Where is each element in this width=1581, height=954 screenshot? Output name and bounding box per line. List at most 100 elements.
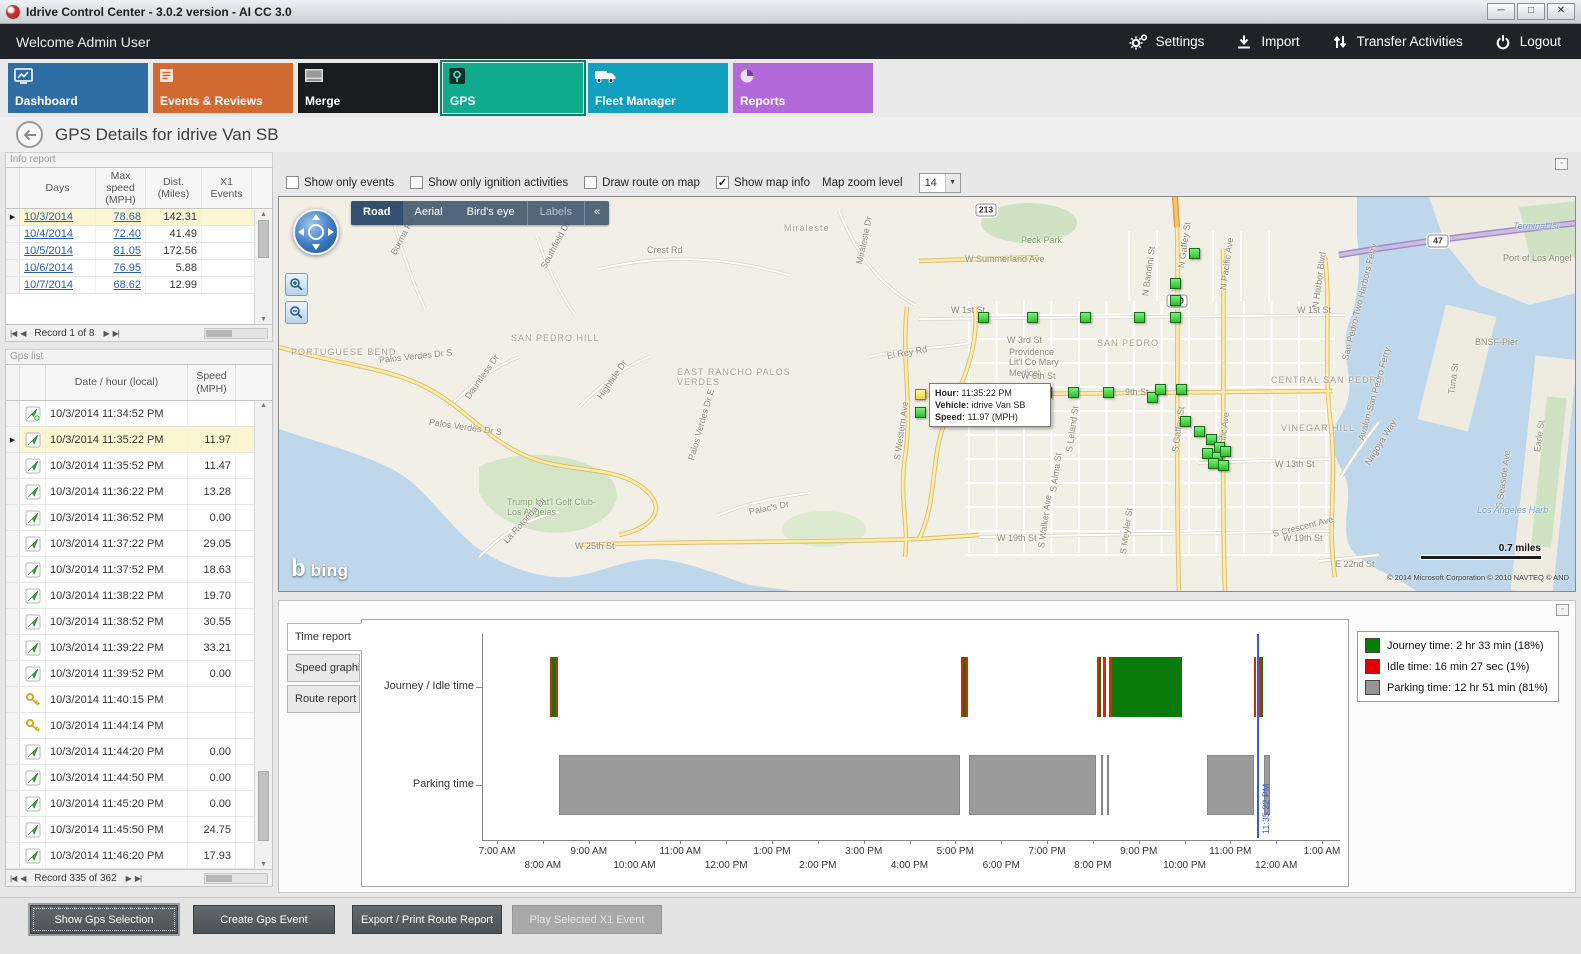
map-panel-collapse-button[interactable]: ▫ [1555, 158, 1568, 170]
pan-right-icon[interactable] [328, 228, 334, 236]
gps-list-row[interactable]: ▶10/3/2014 11:35:22 PM11.97 [6, 427, 272, 453]
gps-list-row[interactable]: 10/3/2014 11:44:50 PM0.00 [6, 765, 272, 791]
checkbox-draw-route-on-map[interactable]: Draw route on map [584, 176, 700, 189]
checkbox-icon[interactable] [410, 176, 423, 189]
map-viewbar-collapse-button[interactable]: « [584, 201, 609, 225]
gps-marker[interactable] [1176, 384, 1187, 395]
checkbox-show-map-info[interactable]: Show map info [716, 176, 810, 189]
info-report-row[interactable]: 10/6/201476.955.88 [6, 260, 272, 277]
pan-up-icon[interactable] [312, 214, 320, 220]
gps-marker[interactable] [1220, 446, 1231, 457]
next-page-icon[interactable]: ▶ [126, 874, 131, 883]
close-icon[interactable]: ✕ [1547, 3, 1575, 20]
checkbox-show-only-events[interactable]: Show only events [286, 176, 394, 189]
map-zoom-level-select[interactable]: 14▼ [919, 173, 961, 193]
scrollbar-thumb[interactable] [206, 875, 232, 882]
topbar-action-logout[interactable]: Logout [1493, 34, 1561, 50]
checkbox-icon[interactable] [286, 176, 299, 189]
scrollbar-thumb[interactable] [258, 771, 269, 841]
tab-route-report[interactable]: Route report [287, 685, 360, 713]
gps-list-row[interactable]: 10/3/2014 11:39:22 PM33.21 [6, 635, 272, 661]
topbar-action-transfer-activities[interactable]: Transfer Activities [1330, 34, 1463, 50]
tab-time-report[interactable]: Time report [287, 623, 362, 651]
chevron-down-icon[interactable]: ▼ [945, 174, 960, 192]
max-speed-link[interactable]: 76.95 [96, 260, 146, 276]
info-report-row[interactable]: ▶10/3/201478.68142.31 [6, 209, 272, 226]
gps-pager-scrollbar[interactable] [204, 873, 268, 884]
gps-list-row[interactable]: 10/3/2014 11:36:22 PM13.28 [6, 479, 272, 505]
gps-marker[interactable] [915, 407, 926, 418]
last-page-icon[interactable]: ▶| [135, 874, 141, 883]
back-button[interactable] [16, 121, 43, 148]
next-page-icon[interactable]: ▶ [103, 329, 108, 338]
day-link[interactable]: 10/6/2014 [20, 260, 96, 276]
gps-list-row[interactable]: 10/3/2014 11:39:52 PM0.00 [6, 661, 272, 687]
gps-list-row[interactable]: 10/3/2014 11:38:52 PM30.55 [6, 609, 272, 635]
info-report-row[interactable]: 10/4/201472.4041.49 [6, 226, 272, 243]
zoom-out-button[interactable] [285, 301, 308, 324]
gps-marker[interactable] [915, 389, 926, 400]
gps-list-row[interactable]: 10/3/2014 11:40:15 PM [6, 687, 272, 713]
gps-list-row[interactable]: 10/3/2014 11:45:50 PM24.75 [6, 817, 272, 843]
map-view-aerial[interactable]: Aerial [403, 201, 455, 225]
gps-marker[interactable] [1189, 248, 1200, 259]
gps-list-row[interactable]: 10/3/2014 11:45:20 PM0.00 [6, 791, 272, 817]
prev-page-icon[interactable]: ◀ [20, 874, 25, 883]
gps-list-row[interactable]: 10/3/2014 11:44:14 PM [6, 713, 272, 739]
max-speed-link[interactable]: 78.68 [96, 209, 146, 225]
nav-tile-merge[interactable]: Merge [298, 63, 438, 113]
gps-vertical-scrollbar[interactable]: ▲ ▼ [254, 401, 272, 869]
max-speed-link[interactable]: 72.40 [96, 226, 146, 242]
checkbox-icon[interactable] [584, 176, 597, 189]
scroll-up-icon[interactable]: ▲ [255, 211, 272, 218]
scrollbar-thumb[interactable] [206, 330, 232, 337]
gps-marker[interactable] [1180, 416, 1191, 427]
gps-marker[interactable] [1027, 312, 1038, 323]
max-speed-link[interactable]: 68.62 [96, 277, 146, 293]
gps-marker[interactable] [1134, 312, 1145, 323]
gps-marker[interactable] [1170, 295, 1181, 306]
zoom-in-button[interactable] [285, 273, 308, 296]
col-datetime[interactable]: Date / hour (local) [46, 365, 188, 400]
chart-panel-collapse-button[interactable]: ▫ [1556, 604, 1569, 616]
gps-marker[interactable] [1103, 387, 1114, 398]
info-pager-scrollbar[interactable] [204, 328, 268, 339]
gps-marker[interactable] [1218, 460, 1229, 471]
day-link[interactable]: 10/5/2014 [20, 243, 96, 259]
create-gps-event-button[interactable]: Create Gps Event [193, 905, 335, 934]
prev-page-icon[interactable]: ◀ [20, 329, 25, 338]
gps-marker[interactable] [1155, 384, 1166, 395]
gps-marker[interactable] [1068, 387, 1079, 398]
scroll-down-icon[interactable]: ▼ [255, 316, 272, 323]
gps-list-row[interactable]: 10/3/2014 11:37:52 PM18.63 [6, 557, 272, 583]
col-dist[interactable]: Dist. (Miles) [146, 168, 202, 208]
nav-tile-fleet-manager[interactable]: Fleet Manager [588, 63, 728, 113]
last-page-icon[interactable]: ▶| [113, 329, 119, 338]
export-print-route-report-button[interactable]: Export / Print Route Report [352, 905, 502, 934]
col-max-speed[interactable]: Max speed (MPH) [96, 168, 146, 208]
gps-list-row[interactable]: 10/3/2014 11:38:22 PM19.70 [6, 583, 272, 609]
maximize-icon[interactable]: □ [1517, 3, 1545, 20]
map-view-bird-s-eye[interactable]: Bird's eye [455, 201, 527, 225]
gps-marker[interactable] [1080, 312, 1091, 323]
tab-speed-graphic[interactable]: Speed graphic [287, 654, 360, 682]
nav-tile-dashboard[interactable]: Dashboard [8, 63, 148, 113]
pan-left-icon[interactable] [298, 228, 304, 236]
scrollbar-thumb[interactable] [258, 220, 269, 258]
gps-marker[interactable] [978, 312, 989, 323]
gps-list-row[interactable]: 10/3/2014 11:46:20 PM17.93 [6, 843, 272, 869]
first-page-icon[interactable]: |◀ [10, 874, 16, 883]
day-link[interactable]: 10/3/2014 [20, 209, 96, 225]
nav-tile-gps[interactable]: GPS [443, 63, 583, 113]
scroll-up-icon[interactable]: ▲ [255, 402, 272, 409]
day-link[interactable]: 10/7/2014 [20, 277, 96, 293]
col-speed[interactable]: Speed (MPH) [188, 365, 236, 400]
scroll-down-icon[interactable]: ▼ [255, 861, 272, 868]
map-canvas[interactable]: MiralestePeck ParkW Summerland AveCrest … [278, 196, 1576, 592]
day-link[interactable]: 10/4/2014 [20, 226, 96, 242]
show-gps-selection-button[interactable]: Show Gps Selection [30, 905, 178, 934]
nav-tile-events-reviews[interactable]: Events & Reviews [153, 63, 293, 113]
gps-list-row[interactable]: 10/3/2014 11:44:20 PM0.00 [6, 739, 272, 765]
gps-list-row[interactable]: 10/3/2014 11:35:52 PM11.47 [6, 453, 272, 479]
info-report-row[interactable]: 10/5/201481.05172.56 [6, 243, 272, 260]
